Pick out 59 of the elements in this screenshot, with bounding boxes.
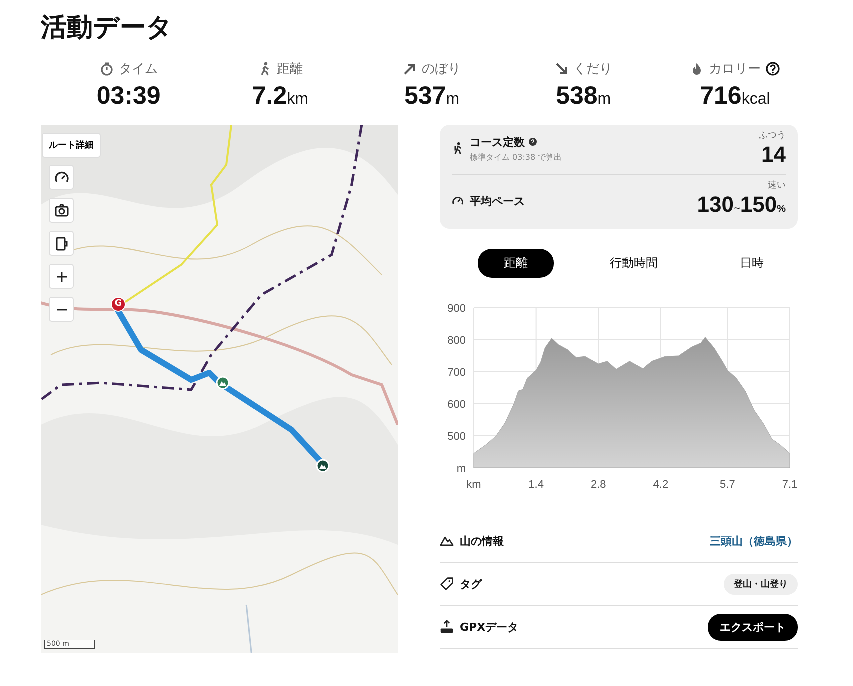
rating-label: ふつう [759, 130, 786, 142]
card-label: コース定数 [470, 134, 525, 150]
help-icon[interactable] [766, 62, 780, 76]
info-label: 山の情報 [460, 534, 504, 548]
speedometer-icon [54, 170, 70, 186]
stopwatch-icon [100, 62, 114, 76]
stat-value: 7.2km [252, 82, 308, 111]
axis-tick-label: 800 [448, 335, 466, 347]
axis-tick-label: 500 [448, 431, 466, 443]
stat-value: 03:39 [96, 82, 161, 111]
mountain-icon [440, 534, 454, 548]
page-title: 活動データ [41, 12, 174, 45]
minus-icon [56, 308, 66, 310]
stat-label: タイム [118, 61, 158, 78]
mug-icon [54, 236, 70, 252]
stat-label: くだり [574, 61, 613, 78]
axis-tick-label: 5.7 [720, 479, 736, 490]
axis-tick-label: km [466, 479, 482, 490]
card-note: 標準タイム 03:38 で算出 [470, 152, 562, 162]
info-label: GPXデータ [460, 620, 519, 634]
stat-value: 537m [404, 82, 460, 111]
axis-tick-label: 2.8 [590, 479, 606, 490]
axis-tick-label: 700 [448, 367, 466, 379]
camera-button[interactable] [49, 198, 74, 223]
export-button[interactable]: エクスポート [708, 614, 798, 640]
upload-file-icon [440, 620, 454, 634]
down-arrow-icon [554, 62, 569, 76]
zoom-in-button[interactable] [49, 264, 74, 289]
hiker-icon [452, 142, 464, 156]
tag-chip[interactable]: 登山・山登り [724, 574, 798, 594]
chart-tab[interactable]: 距離 [478, 249, 554, 278]
axis-tick-label: 600 [448, 399, 466, 411]
chart-tab[interactable]: 日時 [714, 249, 790, 278]
axis-tick-label: 900 [448, 303, 466, 315]
help-icon[interactable] [529, 138, 537, 146]
chart-tab[interactable]: 行動時間 [584, 249, 684, 278]
stat-label: 距離 [276, 61, 303, 78]
mountain-link[interactable]: 三頭山（徳島県） [710, 534, 798, 548]
stat-value: 538m [556, 82, 612, 111]
up-arrow-icon [402, 62, 417, 76]
mountain-marker-icon [216, 376, 230, 390]
axis-tick-label: 7.1 [782, 479, 798, 490]
mug-button[interactable] [49, 231, 74, 256]
card-value: 14 [762, 142, 786, 168]
route-detail-button[interactable]: ルート詳細 [42, 133, 101, 158]
stat-value: 716kcal [700, 82, 770, 111]
camera-icon [54, 202, 70, 218]
card-value: 130~150% [697, 192, 786, 219]
card-label: 平均ペース [470, 194, 525, 208]
stat-label: のぼり [422, 61, 461, 78]
axis-tick-label: m [456, 463, 466, 475]
stat-label: カロリー [709, 61, 762, 78]
tag-icon [440, 577, 454, 591]
speedometer-button[interactable] [49, 165, 74, 190]
mountain-marker-icon [316, 459, 330, 473]
axis-tick-label: 4.2 [653, 479, 669, 490]
axis-tick-label: 1.4 [528, 479, 544, 490]
info-label: タグ [460, 576, 482, 592]
rating-label: 速い [768, 180, 786, 192]
